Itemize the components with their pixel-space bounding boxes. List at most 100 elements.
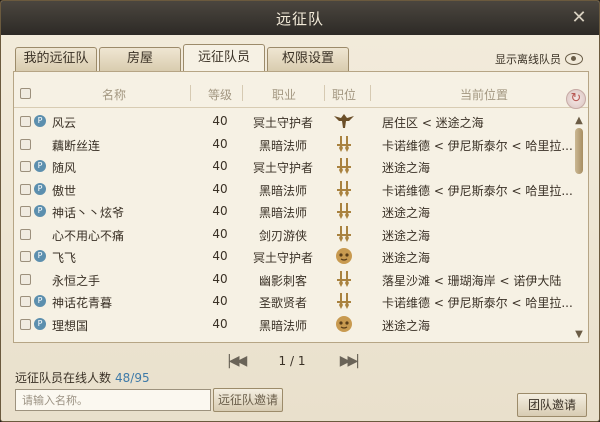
member-name: 理想国 (52, 318, 89, 333)
row-checkbox[interactable] (20, 251, 31, 262)
row-checkbox[interactable] (20, 273, 31, 285)
member-level: 40 (212, 294, 228, 308)
member-location: 卡诺维德 < 伊尼斯泰尔 < 哈里拉... (382, 183, 573, 198)
online-count-value: 48/95 (115, 371, 150, 385)
show-offline-toggle[interactable]: 显示离线队员 (495, 51, 583, 67)
member-name: 神话丶丶炫爷 (52, 206, 125, 220)
member-location: 迷途之海 (382, 251, 431, 265)
dagger-pair-icon (326, 180, 362, 198)
header-name: 名称 (101, 88, 126, 102)
member-location: 迷途之海 (382, 318, 431, 333)
dagger-pair-icon (326, 270, 362, 288)
header-position: 职位 (331, 88, 356, 102)
member-job: 冥土守护者 (252, 116, 313, 130)
member-job: 冥土守护者 (252, 251, 313, 265)
member-job: 冥土守护者 (252, 161, 313, 175)
member-location: 迷途之海 (382, 206, 431, 220)
name-input[interactable] (15, 389, 211, 411)
member-job: 黑暗法师 (258, 318, 307, 333)
row-checkbox[interactable] (20, 116, 31, 127)
eagle-icon (326, 112, 362, 130)
scrollbar[interactable]: ▲ ▼ (574, 116, 584, 340)
mask-icon (326, 247, 362, 265)
member-job: 黑暗法师 (258, 206, 307, 220)
member-level: 40 (212, 204, 228, 218)
row-checkbox[interactable] (20, 228, 31, 240)
tab-house[interactable]: 房屋 (99, 47, 181, 71)
member-job: 黑暗法师 (258, 138, 307, 153)
member-name: 风云 (52, 116, 77, 130)
window-title: 远征队 (275, 10, 324, 28)
member-level: 40 (212, 249, 228, 263)
header-level: 等级 (207, 88, 232, 102)
header-divider (242, 85, 243, 101)
select-all-checkbox[interactable] (20, 88, 31, 99)
table-row[interactable]: P 飞飞 40 冥土守护者 迷途之海 (14, 245, 570, 268)
member-level: 40 (212, 316, 228, 331)
online-badge-icon: P (34, 317, 46, 330)
header-divider (324, 85, 325, 101)
online-badge-icon: P (34, 182, 46, 195)
first-page-icon[interactable]: |◀◀ (227, 353, 247, 369)
header-location: 当前位置 (459, 88, 508, 102)
member-location: 卡诺维德 < 伊尼斯泰尔 < 哈里拉... (382, 138, 573, 153)
member-level: 40 (212, 181, 228, 196)
online-badge-icon: P (34, 160, 46, 172)
member-job: 黑暗法师 (258, 183, 307, 198)
show-offline-label: 显示离线队员 (495, 53, 561, 66)
table-row[interactable]: P 神话花青暮 40 圣歌贤者 卡诺维德 < 伊尼斯泰尔 < 哈里拉... (14, 290, 573, 313)
member-name: 飞飞 (52, 251, 77, 265)
table-row[interactable]: P 理想国 40 黑暗法师 迷途之海 (14, 313, 570, 336)
tab-members[interactable]: 远征队员 (183, 44, 265, 71)
member-list-panel: 名称 等级 职业 职位 当前位置 ↻ P 风云 40 冥土守护者 居住区 < 迷途之海藕… (13, 71, 589, 343)
row-checkbox[interactable] (20, 206, 31, 217)
member-name: 傲世 (52, 183, 77, 198)
pagination: |◀◀ 1 / 1 ▶▶| (227, 351, 360, 371)
title-bar[interactable]: 远征队 ✕ (1, 1, 599, 35)
tab-my-expedition[interactable]: 我的远征队 (15, 47, 97, 71)
expedition-invite-button[interactable]: 远征队邀请 (213, 388, 283, 412)
page-indicator: 1 / 1 (278, 354, 306, 368)
scroll-down-icon[interactable]: ▼ (574, 330, 584, 340)
table-row[interactable]: P 随风 40 冥土守护者 迷途之海 (14, 155, 570, 178)
header-divider (370, 85, 371, 101)
online-badge-icon: P (34, 205, 46, 217)
scroll-thumb[interactable] (575, 128, 583, 174)
table-row[interactable]: P 风云 40 冥土守护者 居住区 < 迷途之海 (14, 110, 570, 133)
online-count: 远征队员在线人数 48/95 (15, 369, 150, 386)
table-row[interactable]: 心不用心不痛 40 剑刃游侠 迷途之海 (14, 223, 570, 246)
row-checkbox[interactable] (20, 318, 31, 330)
member-location: 卡诺维德 < 伊尼斯泰尔 < 哈里拉... (382, 296, 573, 310)
member-location: 迷途之海 (382, 161, 431, 175)
last-page-icon[interactable]: ▶▶| (340, 353, 360, 369)
row-checkbox[interactable] (20, 161, 31, 172)
member-level: 40 (212, 226, 228, 241)
tab-permissions[interactable]: 权限设置 (267, 47, 349, 71)
table-row[interactable]: 永恒之手 40 幽影刺客 落星沙滩 < 珊瑚海岸 < 诺伊大陆 (14, 268, 570, 291)
row-checkbox[interactable] (20, 296, 31, 307)
eye-icon[interactable] (565, 53, 583, 65)
member-location: 迷途之海 (382, 228, 431, 243)
dagger-pair-icon (326, 292, 362, 310)
dagger-pair-icon (326, 202, 362, 220)
table-row[interactable]: 藕断丝连 40 黑暗法师 卡诺维德 < 伊尼斯泰尔 < 哈里拉... (14, 133, 573, 156)
row-checkbox[interactable] (20, 138, 31, 150)
member-location: 落星沙滩 < 珊瑚海岸 < 诺伊大陆 (382, 273, 562, 288)
online-count-label: 远征队员在线人数 (15, 371, 112, 385)
header-divider (190, 85, 191, 101)
member-name: 永恒之手 (52, 273, 101, 288)
member-rows: P 风云 40 冥土守护者 居住区 < 迷途之海 藕断丝连 40 黑暗法师 卡诺维德 < 伊尼斯… (14, 110, 573, 336)
online-badge-icon: P (34, 250, 46, 262)
table-row[interactable]: P 傲世 40 黑暗法师 卡诺维德 < 伊尼斯泰尔 < 哈里拉... (14, 178, 573, 201)
table-row[interactable]: P 神话丶丶炫爷 40 黑暗法师 迷途之海 (14, 200, 570, 223)
scroll-up-icon[interactable]: ▲ (574, 116, 584, 126)
close-icon[interactable]: ✕ (569, 8, 589, 28)
row-checkbox[interactable] (20, 183, 31, 195)
member-name: 随风 (52, 161, 77, 175)
dagger-pair-icon (326, 157, 362, 175)
member-name: 藕断丝连 (52, 138, 101, 153)
refresh-icon[interactable]: ↻ (566, 89, 586, 109)
member-job: 剑刃游侠 (258, 228, 307, 243)
team-invite-button[interactable]: 团队邀请 (517, 393, 587, 417)
mask-icon (326, 315, 362, 333)
